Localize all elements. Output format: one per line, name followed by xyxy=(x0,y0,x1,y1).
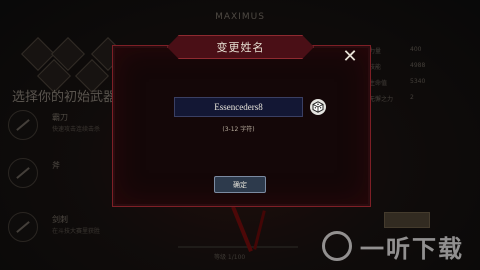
close-icon[interactable]: ✕ xyxy=(342,48,358,66)
dialog-header: 变更姓名 xyxy=(167,35,314,59)
watermark: 一听下载 xyxy=(320,225,480,265)
random-dice-icon[interactable] xyxy=(310,99,326,115)
watermark-logo-icon xyxy=(322,231,352,261)
name-input[interactable] xyxy=(174,97,303,117)
confirm-button[interactable]: 确定 xyxy=(214,176,266,193)
length-hint: (3-12 字符) xyxy=(222,126,255,133)
watermark-text: 一听下载 xyxy=(360,235,464,263)
dialog-title: 变更姓名 xyxy=(216,41,265,54)
